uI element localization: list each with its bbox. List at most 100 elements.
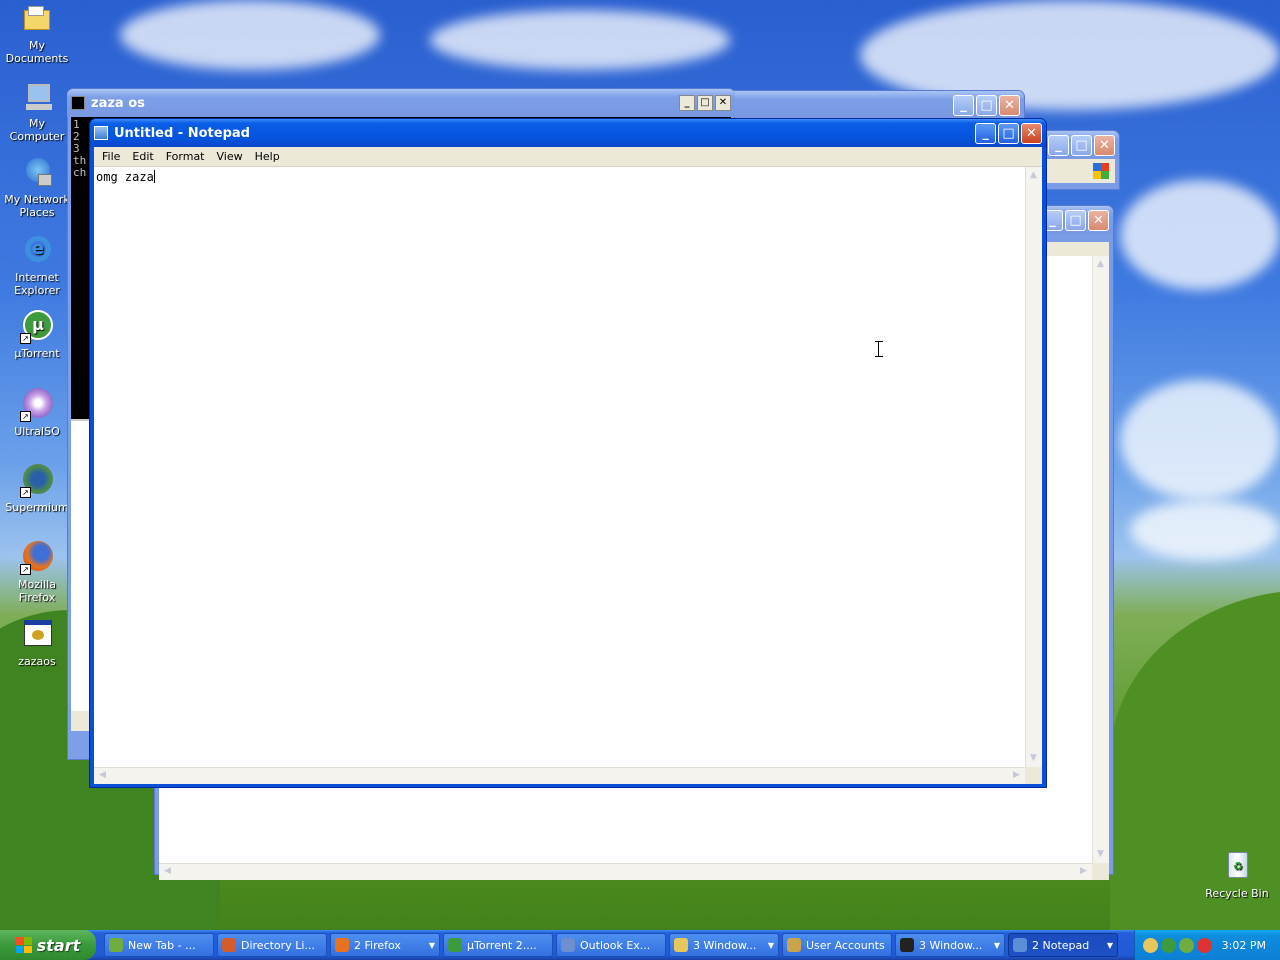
maximize-button[interactable]: □ (1071, 134, 1092, 156)
desktop-icon-supermium[interactable]: ↗ Supermium (0, 464, 74, 514)
ibeam-cursor-icon (875, 341, 883, 357)
scroll-left-icon: ◀ (164, 866, 171, 876)
resize-grip[interactable] (1092, 863, 1109, 880)
desktop-icon-label: My Network Places (4, 193, 70, 219)
clock[interactable]: 3:02 PM (1222, 939, 1266, 952)
task-user-accounts[interactable]: User Accounts (782, 933, 892, 957)
folder-icon (20, 2, 54, 36)
task-firefox-group[interactable]: 2 Firefox ▼ (330, 933, 440, 957)
resize-grip[interactable] (1025, 767, 1042, 784)
maximize-button[interactable]: □ (976, 94, 997, 116)
menu-help[interactable]: Help (249, 150, 286, 163)
desktop-icon-label: µTorrent (14, 347, 60, 360)
task-console-group[interactable]: 3 Window... ▼ (895, 933, 1005, 957)
disc-icon: ↗ (20, 388, 54, 422)
menu-bar: File Edit Format View Help (94, 147, 1042, 167)
close-button[interactable]: ✕ (1094, 134, 1115, 156)
network-tray-icon[interactable] (1143, 937, 1158, 953)
desktop-icon-label: Supermium (5, 501, 69, 514)
utorrent-icon (448, 938, 462, 952)
firefox-icon (222, 938, 236, 952)
desktop-icon-my-computer[interactable]: My Computer (0, 80, 74, 143)
browser-icon (109, 938, 123, 952)
notepad-text-area[interactable]: omg zaza (94, 167, 1025, 767)
console-title: zaza os (91, 95, 145, 111)
console-titlebar[interactable]: zaza os _ □ ✕ (67, 89, 735, 117)
desktop-icon-label: Mozilla Firefox (18, 578, 56, 604)
task-label: 2 Notepad (1032, 938, 1090, 952)
firefox-icon: ↗ (20, 541, 54, 575)
desktop-icon-recycle-bin[interactable]: ♻ Recycle Bin (1200, 850, 1274, 900)
start-label: start (36, 935, 81, 955)
desktop-icon-zazaos[interactable]: zazaos (0, 618, 74, 668)
close-button[interactable]: ✕ (1088, 209, 1109, 231)
task-outlook-express[interactable]: Outlook Ex... (556, 933, 666, 957)
vertical-scrollbar[interactable]: ▲ ▼ (1092, 256, 1109, 863)
maximize-button[interactable]: □ (998, 122, 1019, 144)
recycle-bin-icon: ♻ (1220, 850, 1254, 884)
desktop-icon-utorrent[interactable]: µ ↗ µTorrent (0, 310, 74, 360)
task-windows-explorer-group[interactable]: 3 Window... ▼ (669, 933, 779, 957)
notepad-titlebar[interactable]: Untitled - Notepad _ □ ✕ (90, 119, 1046, 147)
firefox-icon (335, 938, 349, 952)
menu-edit[interactable]: Edit (126, 150, 159, 163)
minimize-button[interactable]: _ (975, 122, 996, 144)
notepad-text: omg zaza (96, 170, 154, 184)
task-label: Outlook Ex... (580, 938, 651, 952)
desktop-icon-my-network-places[interactable]: My Network Places (0, 156, 74, 219)
task-label: 3 Window... (919, 938, 983, 952)
scroll-up-icon: ▲ (1097, 259, 1104, 269)
notepad-title: Untitled - Notepad (114, 125, 250, 141)
menu-file[interactable]: File (96, 150, 126, 163)
taskbar: start New Tab - ... Directory Li... 2 Fi… (0, 930, 1280, 960)
desktop-icon-internet-explorer[interactable]: e Internet Explorer (0, 234, 74, 297)
console-icon (71, 96, 85, 110)
security-tray-icon[interactable] (1179, 937, 1194, 953)
utorrent-icon: µ ↗ (20, 310, 54, 344)
menu-format[interactable]: Format (160, 150, 211, 163)
desktop-icon-mozilla-firefox[interactable]: ↗ Mozilla Firefox (0, 541, 74, 604)
desktop-icon-label: My Computer (9, 117, 65, 143)
desktop-icon-my-documents[interactable]: My Documents (0, 2, 74, 65)
scroll-right-icon: ▶ (1013, 770, 1020, 780)
desktop-icon-label: UltraISO (14, 425, 60, 438)
ie-icon: e (20, 234, 54, 268)
task-label: New Tab - ... (128, 938, 196, 952)
minimize-button[interactable]: _ (679, 95, 695, 111)
windows-flag-icon (15, 937, 32, 953)
task-notepad-group[interactable]: 2 Notepad ▼ (1008, 933, 1118, 957)
task-new-tab[interactable]: New Tab - ... (104, 933, 214, 957)
start-button[interactable]: start (0, 930, 96, 960)
maximize-button[interactable]: □ (697, 95, 713, 111)
desktop-icon-label: zazaos (18, 655, 56, 668)
task-label: 3 Window... (693, 938, 757, 952)
vertical-scrollbar[interactable]: ▲ ▼ (1025, 167, 1042, 767)
horizontal-scrollbar[interactable]: ◀ ▶ (94, 767, 1025, 784)
desktop-icon-ultraiso[interactable]: ↗ UltraISO (0, 388, 74, 438)
computer-icon (20, 80, 54, 114)
task-label: 2 Firefox (354, 938, 401, 952)
close-button[interactable]: ✕ (1021, 122, 1042, 144)
notepad-window[interactable]: Untitled - Notepad _ □ ✕ File Edit Forma… (89, 118, 1047, 788)
task-utorrent[interactable]: µTorrent 2.... (443, 933, 553, 957)
users-icon (787, 938, 801, 952)
console-icon (900, 938, 914, 952)
minimize-button[interactable]: _ (1048, 134, 1069, 156)
supermium-icon: ↗ (20, 464, 54, 498)
task-label: User Accounts (806, 938, 885, 952)
utorrent-tray-icon[interactable] (1161, 937, 1176, 953)
horizontal-scrollbar[interactable]: ◀ ▶ (159, 863, 1092, 880)
close-button[interactable]: ✕ (999, 94, 1020, 116)
desktop-icon-label: Recycle Bin (1205, 887, 1269, 900)
desktop-icon-label: Internet Explorer (14, 271, 60, 297)
scroll-down-icon: ▼ (1030, 753, 1037, 763)
chevron-down-icon: ▼ (993, 940, 1000, 950)
minimize-button[interactable]: _ (953, 94, 974, 116)
task-label: Directory Li... (241, 938, 315, 952)
close-button[interactable]: ✕ (715, 95, 731, 111)
notepad-icon (94, 126, 108, 140)
menu-view[interactable]: View (211, 150, 249, 163)
shield-icon[interactable] (1197, 937, 1212, 953)
maximize-button[interactable]: □ (1065, 209, 1086, 231)
task-directory-listing[interactable]: Directory Li... (217, 933, 327, 957)
